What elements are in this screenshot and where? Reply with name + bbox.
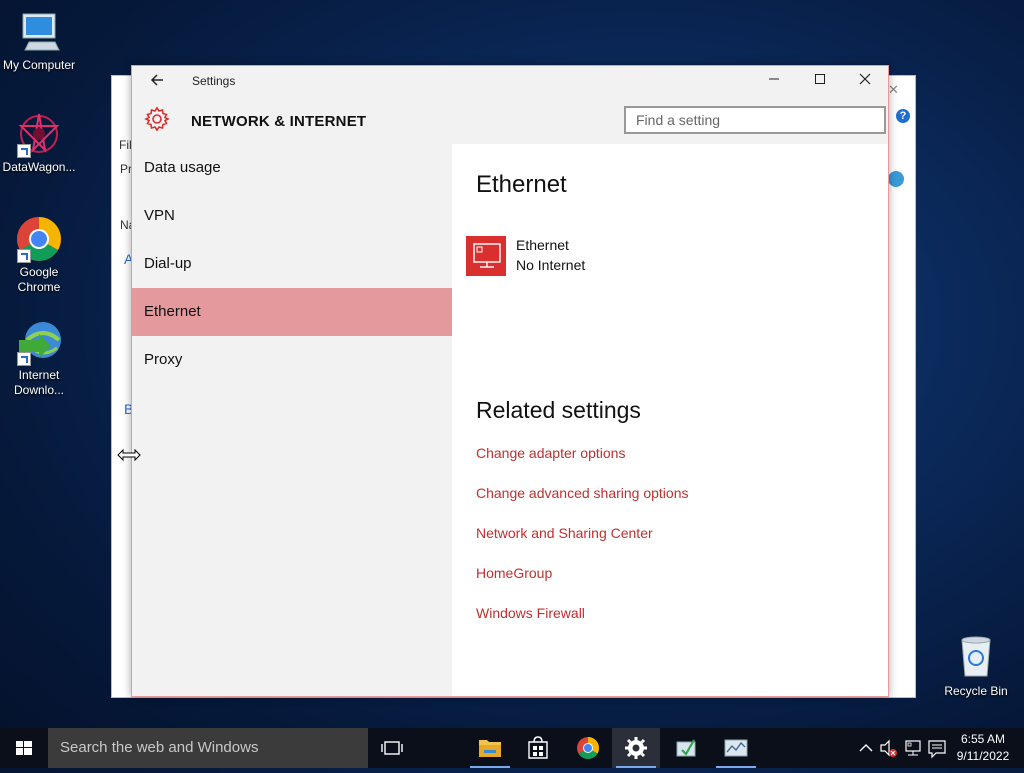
gear-icon xyxy=(625,737,647,759)
settings-taskbar-button[interactable] xyxy=(612,728,660,768)
shortcut-arrow-icon xyxy=(17,249,31,263)
ethernet-connection-tile[interactable] xyxy=(466,236,506,276)
close-icon[interactable]: ✕ xyxy=(888,82,899,98)
desktop-icon-my-computer[interactable]: My Computer xyxy=(0,8,78,73)
nav-item-label: VPN xyxy=(144,207,175,224)
chrome-icon xyxy=(577,737,599,759)
maximize-button[interactable] xyxy=(797,66,843,96)
computer-icon xyxy=(15,8,63,56)
back-arrow-icon[interactable] xyxy=(148,72,166,90)
nav-item-proxy[interactable]: Proxy xyxy=(132,336,452,384)
shortcut-arrow-icon xyxy=(17,144,31,158)
page-title: Ethernet xyxy=(476,171,567,198)
recycle-bin-icon xyxy=(952,632,1000,680)
section-title: NETWORK & INTERNET xyxy=(191,113,367,130)
resize-cursor-icon xyxy=(117,448,141,467)
desktop-icon-datawagon[interactable]: DataWagon... xyxy=(0,110,78,175)
chrome-taskbar-button[interactable] xyxy=(564,728,612,768)
nav-item-vpn[interactable]: VPN xyxy=(132,192,452,240)
title-bar[interactable]: Settings xyxy=(132,66,888,96)
change-adapter-options-link[interactable]: Change adapter options xyxy=(476,445,625,461)
taskbar: Search the web and Windows 6:55 AM 9/11/… xyxy=(0,728,1024,768)
volume-muted-icon[interactable] xyxy=(878,728,900,768)
task-view-button[interactable] xyxy=(368,728,416,768)
connection-status: No Internet xyxy=(516,257,586,273)
minimize-button[interactable] xyxy=(751,66,797,96)
store-bag-icon xyxy=(528,736,548,759)
action-center-icon[interactable] xyxy=(926,728,948,768)
system-monitor-taskbar-button[interactable] xyxy=(712,728,760,768)
nav-item-label: Dial-up xyxy=(144,255,192,272)
close-icon xyxy=(859,73,871,85)
settings-sidebar: Data usage VPN Dial-up Ethernet Proxy xyxy=(132,144,452,696)
document-edit-icon xyxy=(676,739,696,757)
start-button[interactable] xyxy=(0,728,48,768)
file-explorer-taskbar-button[interactable] xyxy=(466,728,514,768)
tray-chevron-up-icon[interactable] xyxy=(856,728,876,768)
taskbar-search-box[interactable]: Search the web and Windows xyxy=(48,728,368,768)
folder-icon xyxy=(479,740,501,757)
settings-window[interactable]: Settings NETWORK & INTERNET Data usage V… xyxy=(131,65,889,697)
nav-item-label: Data usage xyxy=(144,159,221,176)
menu-fragment: Fil xyxy=(119,138,132,152)
nav-item-ethernet[interactable]: Ethernet xyxy=(132,288,452,336)
windows-firewall-link[interactable]: Windows Firewall xyxy=(476,605,585,621)
datawagon-icon xyxy=(15,110,63,158)
maximize-icon xyxy=(815,74,825,84)
settings-content: Ethernet Ethernet No Internet Related se… xyxy=(452,144,888,696)
desktop-icon-label: DataWagon... xyxy=(2,160,76,174)
find-setting-input[interactable] xyxy=(624,106,886,134)
clock-time: 6:55 AM xyxy=(960,732,1006,746)
settings-header: NETWORK & INTERNET xyxy=(132,96,888,144)
nav-item-label: Ethernet xyxy=(144,303,201,320)
nav-item-data-usage[interactable]: Data usage xyxy=(132,144,452,192)
taskbar-clock[interactable]: 6:55 AM 9/11/2022 xyxy=(948,731,1018,765)
desktop-icon-google-chrome[interactable]: Google Chrome xyxy=(0,215,78,295)
monitor-network-icon xyxy=(473,243,501,268)
nav-item-dial-up[interactable]: Dial-up xyxy=(132,240,452,288)
globe-icon xyxy=(888,171,904,187)
clock-date: 9/11/2022 xyxy=(956,749,1010,763)
help-icon[interactable]: ? xyxy=(896,109,910,123)
desktop-icon-label: Recycle Bin xyxy=(944,684,1008,698)
nav-item-label: Proxy xyxy=(144,351,183,368)
monitor-chart-icon xyxy=(724,739,748,757)
close-button[interactable] xyxy=(842,66,888,96)
desktop-icon-recycle-bin[interactable]: Recycle Bin xyxy=(940,632,1012,698)
desktop-icon-label: My Computer xyxy=(2,58,76,72)
desktop-icon-internet-download[interactable]: Internet Downlo... xyxy=(0,318,78,398)
related-settings-heading: Related settings xyxy=(476,397,641,423)
chrome-icon xyxy=(15,215,63,263)
connection-name[interactable]: Ethernet xyxy=(516,237,569,253)
network-icon[interactable] xyxy=(902,728,924,768)
homegroup-link[interactable]: HomeGroup xyxy=(476,565,552,581)
network-sharing-center-link[interactable]: Network and Sharing Center xyxy=(476,525,653,541)
store-taskbar-button[interactable] xyxy=(514,728,562,768)
desktop-icon-label: Internet Downlo... xyxy=(13,368,65,397)
desktop-icon-label: Google Chrome xyxy=(17,265,61,294)
notepad-taskbar-button[interactable] xyxy=(662,728,710,768)
window-title: Settings xyxy=(192,74,236,88)
task-view-icon xyxy=(381,741,403,755)
minimize-icon xyxy=(769,78,779,80)
gear-icon xyxy=(144,106,170,132)
internet-download-manager-icon xyxy=(15,318,63,366)
change-advanced-sharing-link[interactable]: Change advanced sharing options xyxy=(476,485,689,501)
shortcut-arrow-icon xyxy=(17,352,31,366)
windows-logo-icon xyxy=(16,741,32,755)
